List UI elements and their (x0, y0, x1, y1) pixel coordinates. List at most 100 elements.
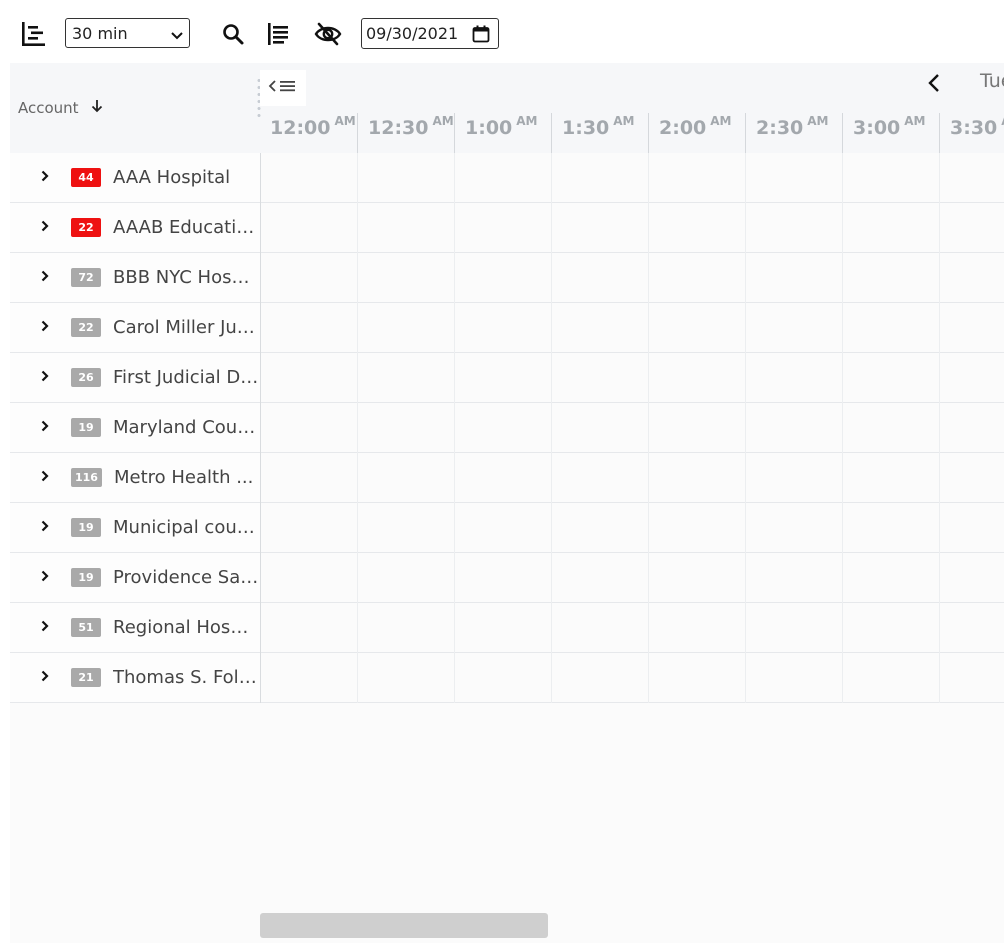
account-row-label: 51 Regional Hospital (10, 603, 260, 652)
account-name: AAAB Educatio... (113, 217, 259, 238)
time-grid-line (939, 503, 940, 553)
time-grid-line (357, 353, 358, 403)
time-grid-line (357, 453, 358, 503)
time-grid-line (648, 553, 649, 603)
chevron-down-icon (170, 27, 184, 46)
time-grid-line (357, 403, 358, 453)
time-column-header: 1:30 AM (551, 113, 648, 153)
time-grid-line (745, 453, 746, 503)
chevron-right-icon (40, 618, 50, 637)
expand-row-button[interactable] (28, 663, 62, 693)
account-name: Metro Health ... (113, 467, 254, 488)
expand-row-button[interactable] (28, 463, 62, 493)
account-row[interactable]: 19 Providence Sacr... (10, 553, 1004, 603)
time-grid-line (745, 553, 746, 603)
timescale-select[interactable]: 30 min (65, 18, 190, 48)
time-grid-line (454, 503, 455, 553)
chevron-right-icon (40, 468, 50, 487)
expand-row-button[interactable] (28, 263, 62, 293)
collapse-left-icon (268, 78, 298, 98)
time-grid-line (648, 653, 649, 703)
chevron-left-icon (927, 72, 941, 98)
time-grid-line (551, 303, 552, 353)
count-badge: 51 (71, 618, 101, 637)
time-grid-line (357, 553, 358, 603)
expand-row-button[interactable] (28, 513, 62, 543)
time-grid-line (454, 153, 455, 203)
time-column-header: 2:00 AM (648, 113, 745, 153)
account-row-label: 22 Carol Miller Jus... (10, 303, 260, 352)
time-grid-line (551, 203, 552, 253)
time-grid-line (842, 403, 843, 453)
account-row[interactable]: 22 Carol Miller Jus... (10, 303, 1004, 353)
account-rows: 44 AAA Hospital 22 AAAB Educatio... 72 BBB NY… (10, 153, 1004, 703)
account-row-label: 22 AAAB Educatio... (10, 203, 260, 252)
time-grid-line (357, 603, 358, 653)
time-grid-line (551, 653, 552, 703)
time-grid-line (357, 653, 358, 703)
account-row-label: 19 Providence Sacr... (10, 553, 260, 602)
account-row[interactable]: 26 First Judicial Dis... (10, 353, 1004, 403)
time-grid-line (454, 653, 455, 703)
count-badge: 19 (71, 568, 101, 587)
gantt-view-icon[interactable] (19, 20, 47, 48)
account-name: AAA Hospital (113, 167, 231, 188)
time-column-header: 2:30 AM (745, 113, 842, 153)
account-column-header[interactable]: Account (18, 99, 103, 117)
expand-row-button[interactable] (28, 313, 62, 343)
account-row[interactable]: 19 Municipal court... (10, 503, 1004, 553)
calendar-icon[interactable] (472, 25, 490, 47)
account-name: Providence Sacr... (113, 567, 259, 588)
time-grid-line (648, 303, 649, 353)
time-period-label: AM (807, 114, 829, 128)
time-column-header: 12:00 AM (260, 113, 357, 153)
account-row[interactable]: 19 Maryland Courts (10, 403, 1004, 453)
account-header-label: Account (18, 99, 79, 117)
search-icon[interactable] (219, 20, 247, 48)
horizontal-scrollbar[interactable] (260, 913, 548, 938)
account-row[interactable]: 22 AAAB Educatio... (10, 203, 1004, 253)
time-grid-line (842, 253, 843, 303)
expand-row-button[interactable] (28, 613, 62, 643)
chevron-right-icon (40, 218, 50, 237)
account-row-label: 72 BBB NYC Hospi... (10, 253, 260, 302)
account-row-label: 26 First Judicial Dis... (10, 353, 260, 402)
expand-row-button[interactable] (28, 163, 62, 193)
time-grid-line (357, 253, 358, 303)
expand-row-button[interactable] (28, 413, 62, 443)
time-grid-line (454, 553, 455, 603)
time-label: 3:00 (853, 117, 901, 139)
column-list-icon[interactable] (264, 20, 292, 48)
expand-row-button[interactable] (28, 213, 62, 243)
expand-row-button[interactable] (28, 563, 62, 593)
account-name: Regional Hospital (113, 617, 259, 638)
time-grid-line (745, 653, 746, 703)
account-row[interactable]: 21 Thomas S. Fole... (10, 653, 1004, 703)
account-name: First Judicial Dis... (113, 367, 259, 388)
time-grid-line (648, 203, 649, 253)
account-row-label: 116 Metro Health ... (10, 453, 260, 502)
time-grid-line (454, 203, 455, 253)
chevron-right-icon (40, 668, 50, 687)
time-grid-line (842, 503, 843, 553)
account-row[interactable]: 44 AAA Hospital (10, 153, 1004, 203)
time-grid-line (842, 303, 843, 353)
time-grid-line (939, 403, 940, 453)
time-grid-line (551, 353, 552, 403)
time-grid-line (745, 353, 746, 403)
account-row[interactable]: 51 Regional Hospital (10, 603, 1004, 653)
count-badge: 19 (71, 418, 101, 437)
date-input[interactable]: 09/30/2021 (361, 18, 499, 49)
collapse-panel-button[interactable] (260, 70, 306, 106)
time-label: 1:00 (465, 117, 513, 139)
account-row[interactable]: 72 BBB NYC Hospi... (10, 253, 1004, 303)
time-period-label: AM (613, 114, 635, 128)
time-grid-line (551, 403, 552, 453)
account-row[interactable]: 116 Metro Health ... (10, 453, 1004, 503)
time-column-header: 12:30 AM (357, 113, 454, 153)
previous-day-button[interactable] (922, 73, 946, 97)
eye-off-icon[interactable] (314, 20, 342, 48)
expand-row-button[interactable] (28, 363, 62, 393)
account-row-label: 44 AAA Hospital (10, 153, 260, 202)
time-grid-line (842, 453, 843, 503)
